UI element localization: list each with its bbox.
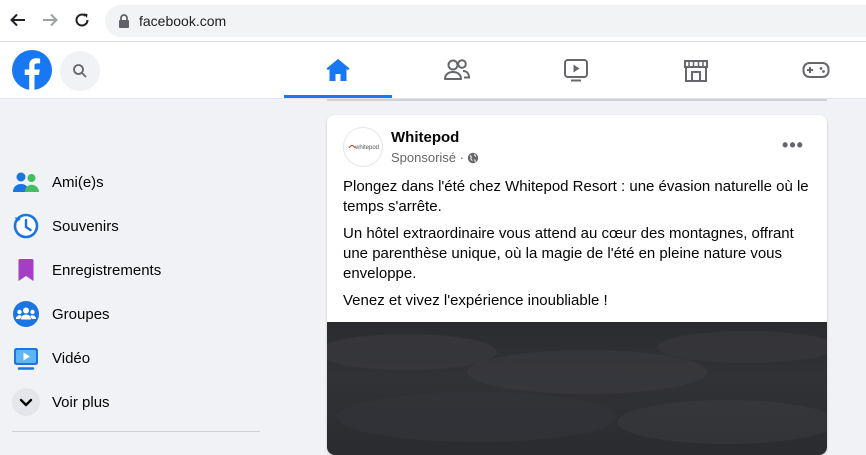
arrow-right-icon — [43, 13, 58, 27]
tab-friends[interactable] — [403, 42, 511, 98]
tab-gaming[interactable] — [762, 42, 866, 98]
home-icon — [326, 59, 350, 81]
sidebar-item-label: Enregistrements — [52, 261, 162, 279]
chevron-down-icon — [12, 388, 40, 416]
post-paragraph: Plongez dans l'été chez Whitepod Resort … — [343, 178, 809, 215]
sidebar-item-memories[interactable]: Souvenirs — [8, 204, 268, 248]
bookmark-icon — [12, 256, 40, 284]
post-paragraph: Un hôtel extraordinaire vous attend au c… — [343, 225, 794, 282]
arrow-left-icon — [10, 13, 25, 27]
back-button[interactable] — [6, 8, 30, 32]
sidebar-item-video[interactable]: Vidéo — [8, 336, 268, 380]
post-body: Plongez dans l'été chez Whitepod Resort … — [343, 177, 815, 318]
video-icon — [564, 59, 588, 82]
friends-icon — [444, 59, 471, 80]
post-options-button[interactable]: ••• — [775, 133, 811, 157]
tab-watch[interactable] — [522, 42, 630, 98]
stories-divider — [327, 99, 827, 101]
sidebar-item-groups[interactable]: Groupes — [8, 292, 268, 336]
tab-home[interactable] — [284, 42, 392, 98]
globe-icon — [467, 152, 479, 163]
clock-icon — [12, 212, 40, 240]
avatar[interactable]: whitepod — [343, 127, 383, 167]
forward-button[interactable] — [38, 8, 62, 32]
post-author[interactable]: Whitepod — [391, 129, 459, 146]
friends-icon — [12, 168, 40, 196]
avatar-text: whitepod — [354, 145, 379, 151]
sidebar-item-saved[interactable]: Enregistrements — [8, 248, 268, 292]
sidebar-item-label: Souvenirs — [52, 217, 119, 235]
address-bar[interactable]: facebook.com — [105, 5, 866, 37]
video-icon — [12, 344, 40, 372]
sidebar-item-label: Vidéo — [52, 349, 91, 367]
sidebar-divider — [12, 431, 260, 432]
browser-toolbar: facebook.com — [0, 0, 866, 42]
facebook-header — [0, 42, 866, 99]
post-image[interactable] — [327, 322, 827, 455]
reload-icon — [75, 13, 89, 27]
sidebar-item-see-more[interactable]: Voir plus — [8, 380, 268, 424]
store-icon — [684, 60, 708, 82]
whitepod-logo: whitepod — [348, 145, 379, 151]
facebook-logo-icon — [24, 58, 41, 90]
url-text: facebook.com — [139, 13, 227, 29]
search-button[interactable] — [60, 51, 100, 91]
facebook-logo[interactable] — [12, 50, 52, 90]
sidebar-item-label: Groupes — [52, 305, 110, 323]
search-icon — [73, 64, 87, 78]
sidebar-item-label: Voir plus — [52, 393, 110, 411]
lock-icon — [119, 14, 129, 28]
post-paragraph: Venez et vivez l'expérience inoubliable … — [343, 292, 608, 309]
reload-button[interactable] — [70, 8, 94, 32]
tab-marketplace[interactable] — [642, 42, 750, 98]
sponsored-label[interactable]: Sponsorisé · — [391, 150, 464, 165]
gamepad-icon — [802, 62, 830, 78]
sponsored-post: whitepod Whitepod Sponsorisé · ••• Plong… — [327, 115, 827, 455]
sidebar-item-friends[interactable]: Ami(e)s — [8, 160, 268, 204]
post-meta: Sponsorisé · — [391, 150, 479, 165]
groups-icon — [12, 300, 40, 328]
sky-clouds-image — [327, 331, 827, 444]
sidebar-item-label: Ami(e)s — [52, 173, 104, 191]
